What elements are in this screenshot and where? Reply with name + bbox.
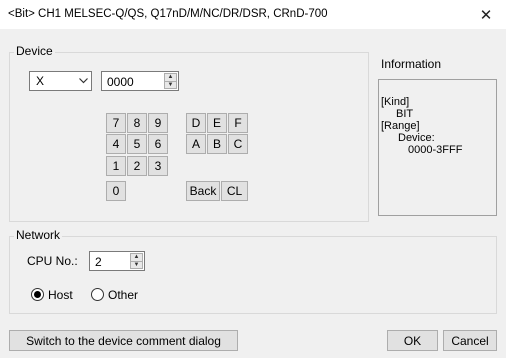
info-range-heading: [Range] [381,120,420,132]
key-c[interactable]: C [228,134,248,154]
host-radio[interactable] [31,288,44,301]
spin-down-icon[interactable]: ▼ [131,262,142,269]
key-4[interactable]: 4 [106,134,126,154]
cpu-number-input[interactable]: 2 ▲ ▼ [89,251,145,271]
spin-up-icon[interactable]: ▲ [165,74,176,82]
key-6[interactable]: 6 [148,134,168,154]
info-range-label: Device: [398,132,435,144]
window-title: <Bit> CH1 MELSEC-Q/QS, Q17nD/M/NC/DR/DSR… [8,8,328,20]
back-button[interactable]: Back [186,181,220,201]
info-kind-value: BIT [396,108,414,120]
key-f[interactable]: F [228,113,248,133]
spin-up-icon[interactable]: ▲ [131,254,142,262]
device-number-input[interactable]: 0000 ▲ ▼ [101,71,179,91]
close-button[interactable]: ✕ [466,0,506,30]
cancel-button[interactable]: Cancel [443,330,497,351]
device-group-label: Device [14,44,55,58]
close-icon: ✕ [479,6,493,24]
device-number-spinner[interactable]: ▲ ▼ [164,73,177,89]
key-b[interactable]: B [207,134,227,154]
other-radio-label[interactable]: Other [108,288,138,302]
key-3[interactable]: 3 [148,156,168,176]
cpu-number-spinner[interactable]: ▲ ▼ [130,253,143,269]
network-group [9,236,497,314]
chevron-down-icon [75,76,91,86]
info-range-value: 0000-3FFF [408,144,463,156]
switch-to-comment-dialog-button[interactable]: Switch to the device comment dialog [9,330,238,351]
ok-button[interactable]: OK [387,330,438,351]
key-a[interactable]: A [186,134,206,154]
key-2[interactable]: 2 [127,156,147,176]
key-8[interactable]: 8 [127,113,147,133]
other-radio[interactable] [91,288,104,301]
information-panel: [Kind] BIT [Range] Device: 0000-3FFF [378,79,497,216]
device-number-value: 0000 [107,75,134,89]
spin-down-icon[interactable]: ▼ [165,82,176,89]
info-kind-heading: [Kind] [381,96,410,108]
clear-button[interactable]: CL [221,181,248,201]
key-e[interactable]: E [207,113,227,133]
cpu-number-value: 2 [95,255,102,269]
title-bar: <Bit> CH1 MELSEC-Q/QS, Q17nD/M/NC/DR/DSR… [0,0,506,30]
key-0[interactable]: 0 [106,181,126,201]
cpu-number-label: CPU No.: [27,254,78,268]
key-5[interactable]: 5 [127,134,147,154]
key-9[interactable]: 9 [148,113,168,133]
network-group-label: Network [14,228,63,242]
key-1[interactable]: 1 [106,156,126,176]
information-label: Information [381,57,442,71]
device-type-select[interactable]: X [29,71,92,91]
key-7[interactable]: 7 [106,113,126,133]
key-d[interactable]: D [186,113,206,133]
host-radio-label[interactable]: Host [48,288,73,302]
device-type-value: X [36,74,45,88]
